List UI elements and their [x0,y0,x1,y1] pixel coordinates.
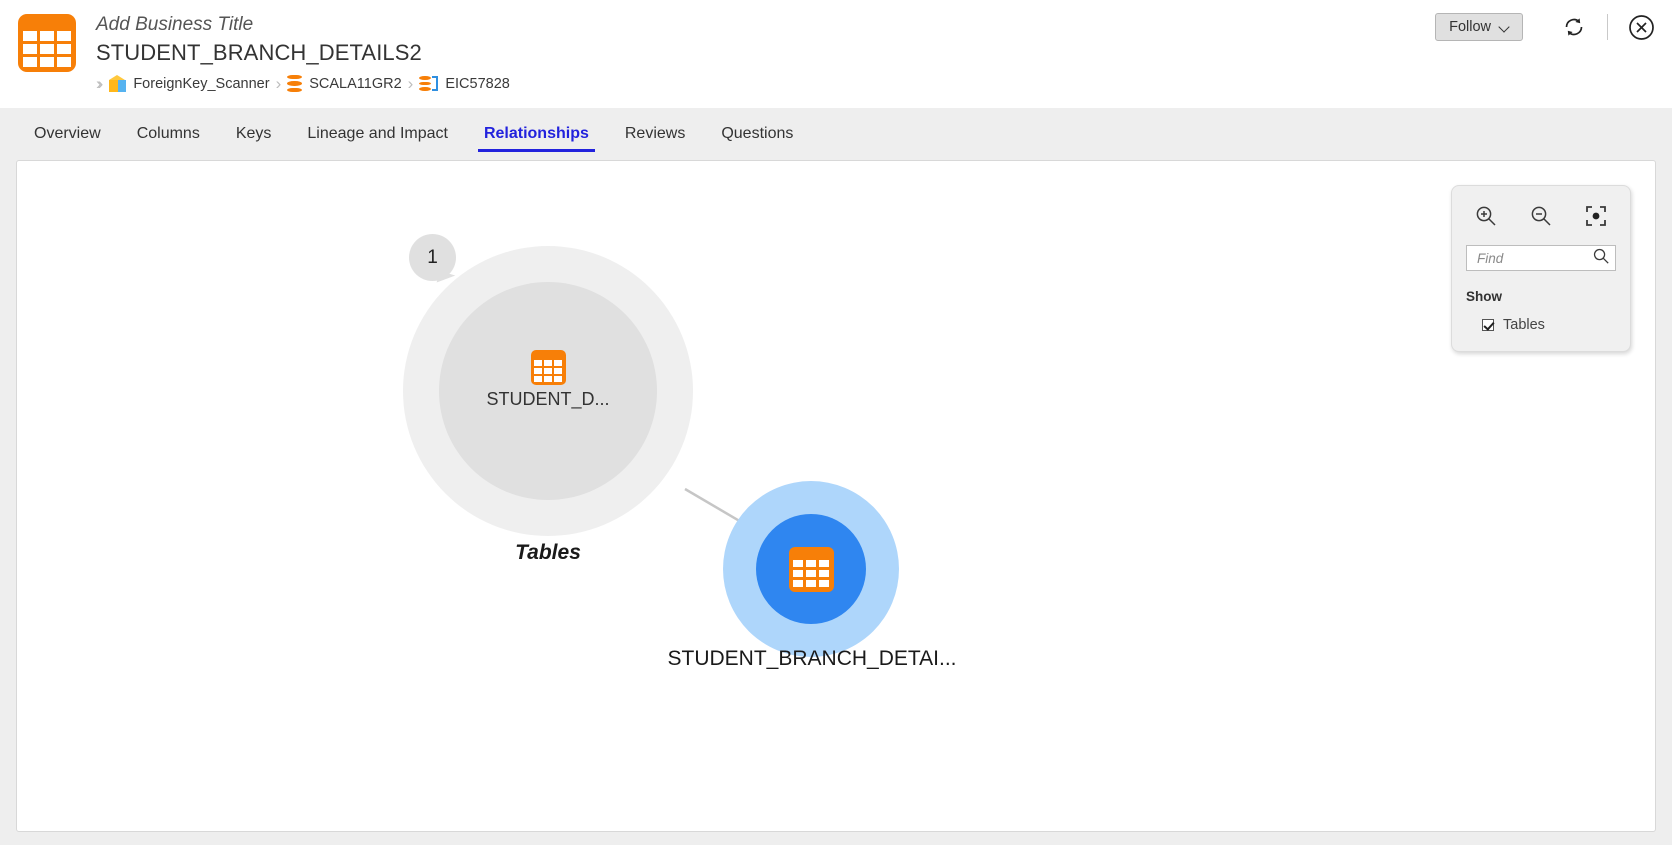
graph-zoom-tools [1466,200,1616,232]
breadcrumb-item-foreignkey-scanner[interactable]: ForeignKey_Scanner [109,75,270,92]
table-icon-header [23,19,71,28]
close-circle-icon[interactable] [1626,12,1656,42]
follow-button[interactable]: Follow [1435,13,1523,41]
show-filter-tables[interactable]: Tables [1466,317,1616,333]
breadcrumb-label: SCALA11GR2 [309,75,402,92]
search-icon[interactable] [1592,247,1610,270]
tab-questions[interactable]: Questions [703,108,811,160]
table-icon [530,350,566,385]
header-actions: Follow [1435,12,1656,42]
fit-to-screen-icon[interactable] [1580,200,1612,232]
database-icon [287,75,303,92]
table-icon-row [23,57,71,67]
find-input-wrapper[interactable] [1466,245,1616,271]
title-block: Add Business Title STUDENT_BRANCH_DETAIL… [96,12,510,92]
breadcrumb-item-eic57828[interactable]: EIC57828 [419,75,510,92]
graph-table-node[interactable] [723,481,899,657]
table-node-label: STUDENT_BRANCH_DETAI... [667,647,957,670]
relationship-graph-canvas[interactable]: STUDENT_D... 1 Tables STUDENT_BRANCH_DET… [16,160,1656,832]
table-icon-row [23,44,71,54]
graph-group-node-tables[interactable]: STUDENT_D... 1 [403,234,693,536]
table-icon-row [23,31,71,41]
group-node-content: STUDENT_D... [403,350,693,410]
header-divider [1607,14,1608,40]
refresh-icon[interactable] [1559,12,1589,42]
group-node-label: STUDENT_D... [486,389,610,409]
business-title[interactable]: Add Business Title [96,12,510,38]
tab-overview[interactable]: Overview [16,108,119,160]
tab-reviews[interactable]: Reviews [607,108,703,160]
breadcrumb-label: EIC57828 [445,75,510,92]
tab-keys[interactable]: Keys [218,108,290,160]
tab-lineage-and-impact[interactable]: Lineage and Impact [289,108,466,160]
chevron-down-icon [1500,23,1509,32]
page-title: STUDENT_BRANCH_DETAILS2 [96,40,422,65]
header-left: Add Business Title STUDENT_BRANCH_DETAIL… [18,12,510,108]
breadcrumb-separator-icon: › [407,74,414,93]
show-section-title: Show [1466,289,1502,304]
table-node-core [756,514,866,624]
breadcrumb: ›› ForeignKey_Scanner › SCALA11GR2 › EIC… [96,75,510,92]
breadcrumb-expand-icon[interactable]: ›› [96,75,104,92]
checkbox-tables[interactable] [1482,319,1494,331]
page-header: Add Business Title STUDENT_BRANCH_DETAIL… [0,0,1672,108]
search-input[interactable] [1475,249,1592,267]
checkbox-tables-label: Tables [1503,317,1545,333]
breadcrumb-item-scala11gr2[interactable]: SCALA11GR2 [287,75,402,92]
table-icon [18,14,76,72]
table-icon [788,546,834,592]
tab-bar: Overview Columns Keys Lineage and Impact… [0,108,1672,160]
cube-icon [109,75,127,92]
group-node-caption: Tables [515,541,581,564]
database-column-icon [419,75,439,92]
graph-controls-panel: Show Tables [1451,185,1631,352]
zoom-in-icon[interactable] [1470,200,1502,232]
follow-button-label: Follow [1449,19,1491,35]
group-node-count-badge[interactable]: 1 [409,234,456,281]
tab-columns[interactable]: Columns [119,108,218,160]
breadcrumb-label: ForeignKey_Scanner [133,75,270,92]
zoom-out-icon[interactable] [1525,200,1557,232]
breadcrumb-separator-icon: › [275,74,282,93]
tab-relationships[interactable]: Relationships [466,108,607,160]
